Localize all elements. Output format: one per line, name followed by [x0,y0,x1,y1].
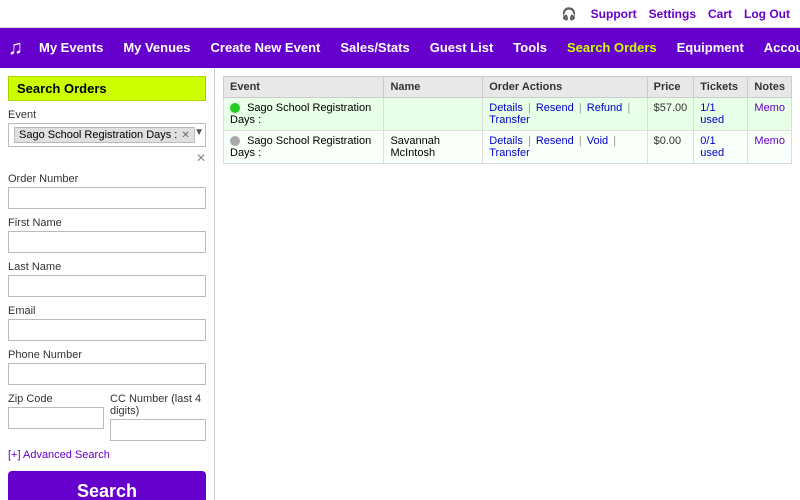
search-button[interactable]: Search [8,471,206,500]
event-label: Event [8,109,206,121]
order-number-label: Order Number [8,173,206,185]
phone-label: Phone Number [8,349,206,361]
col-header-name: Name [384,77,483,98]
main-layout: Search Orders Event Sago School Registra… [0,68,800,500]
order-number-input[interactable] [8,187,206,209]
sidebar: Search Orders Event Sago School Registra… [0,68,215,500]
row2-price: $0.00 [647,131,694,164]
row2-memo-link[interactable]: Memo [754,135,785,147]
first-name-group: First Name [8,217,206,253]
results-table: Event Name Order Actions Price Tickets N… [223,76,792,164]
col-header-notes: Notes [748,77,792,98]
row2-resend-link[interactable]: Resend [536,135,574,147]
row2-transfer-link[interactable]: Transfer [489,147,530,159]
nav-accounting[interactable]: Accounting [754,28,800,68]
row2-details-link[interactable]: Details [489,135,523,147]
row1-resend-link[interactable]: Resend [536,102,574,114]
top-bar: 🎧 Support Settings Cart Log Out [0,0,800,28]
first-name-input[interactable] [8,231,206,253]
nav-sales-stats[interactable]: Sales/Stats [330,28,419,68]
zip-label: Zip Code [8,393,104,405]
last-name-group: Last Name [8,261,206,297]
row2-name: Savannah McIntosh [384,131,483,164]
event-select-wrapper: Sago School Registration Days : ✕ ▼ [8,123,206,147]
event-tag: Sago School Registration Days : ✕ [14,127,195,143]
zip-cc-row: Zip Code CC Number (last 4 digits) [8,393,206,449]
row2-tickets: 0/1 used [694,131,748,164]
first-name-label: First Name [8,217,206,229]
table-row: Sago School Registration Days : Savannah… [224,131,792,164]
col-header-event: Event [224,77,384,98]
event-select-arrow-icon[interactable]: ▼ [194,127,204,138]
cart-link[interactable]: Cart [708,7,732,21]
zip-group: Zip Code [8,393,104,441]
remove-tag-icon[interactable]: ✕ [181,130,189,141]
row1-actions: Details | Resend | Refund | Transfer [483,98,647,131]
table-header-row: Event Name Order Actions Price Tickets N… [224,77,792,98]
last-name-input[interactable] [8,275,206,297]
row2-event-text: Sago School Registration Days : [230,135,371,159]
nav-my-events[interactable]: My Events [29,28,113,68]
sep3: | [627,102,630,114]
row1-name [384,98,483,131]
email-group: Email [8,305,206,341]
content-area: Event Name Order Actions Price Tickets N… [215,68,800,500]
col-header-price: Price [647,77,694,98]
last-name-label: Last Name [8,261,206,273]
row2-tickets-link[interactable]: 0/1 used [700,135,724,159]
sep4: | [528,135,531,147]
col-header-tickets: Tickets [694,77,748,98]
order-number-group: Order Number [8,173,206,209]
nav-guest-list[interactable]: Guest List [420,28,504,68]
email-label: Email [8,305,206,317]
sep1: | [528,102,531,114]
row2-actions: Details | Resend | Void | Transfer [483,131,647,164]
nav-equipment[interactable]: Equipment [667,28,754,68]
advanced-search-link[interactable]: [+] Advanced Search [8,449,206,461]
row1-details-link[interactable]: Details [489,102,523,114]
row1-event-text: Sago School Registration Days : [230,102,371,126]
results-tbody: Sago School Registration Days : Details … [224,98,792,164]
cc-input[interactable] [110,419,206,441]
row1-refund-link[interactable]: Refund [587,102,622,114]
row1-transfer-link[interactable]: Transfer [489,114,530,126]
clear-event-icon[interactable]: ✕ [196,151,206,165]
row2-notes: Memo [748,131,792,164]
logout-link[interactable]: Log Out [744,7,790,21]
event-tag-text: Sago School Registration Days : [19,129,177,141]
zip-input[interactable] [8,407,104,429]
nav-search-orders[interactable]: Search Orders [557,28,667,68]
sep6: | [613,135,616,147]
support-link[interactable]: Support [591,7,637,21]
row1-price: $57.00 [647,98,694,131]
row1-tickets: 1/1 used [694,98,748,131]
row1-memo-link[interactable]: Memo [754,102,785,114]
row2-event: Sago School Registration Days : [224,131,384,164]
row1-event: Sago School Registration Days : [224,98,384,131]
status-dot-gray [230,136,240,146]
row2-void-link[interactable]: Void [587,135,608,147]
logo-area: ♫ [8,37,29,60]
settings-link[interactable]: Settings [649,7,696,21]
phone-group: Phone Number [8,349,206,385]
phone-input[interactable] [8,363,206,385]
table-row: Sago School Registration Days : Details … [224,98,792,131]
row1-tickets-link[interactable]: 1/1 used [700,102,724,126]
search-orders-title: Search Orders [8,76,206,101]
row1-notes: Memo [748,98,792,131]
nav-my-venues[interactable]: My Venues [113,28,200,68]
headset-icon: 🎧 [562,7,577,21]
nav-create-new-event[interactable]: Create New Event [201,28,331,68]
event-field-group: Event Sago School Registration Days : ✕ … [8,109,206,165]
nav-tools[interactable]: Tools [503,28,557,68]
event-select-tag[interactable]: Sago School Registration Days : ✕ ▼ [8,123,206,147]
col-header-order-actions: Order Actions [483,77,647,98]
cc-group: CC Number (last 4 digits) [110,393,206,441]
status-dot-green [230,103,240,113]
sep2: | [579,102,582,114]
cc-label: CC Number (last 4 digits) [110,393,206,417]
nav-bar: ♫ My Events My Venues Create New Event S… [0,28,800,68]
email-input[interactable] [8,319,206,341]
sep5: | [579,135,582,147]
